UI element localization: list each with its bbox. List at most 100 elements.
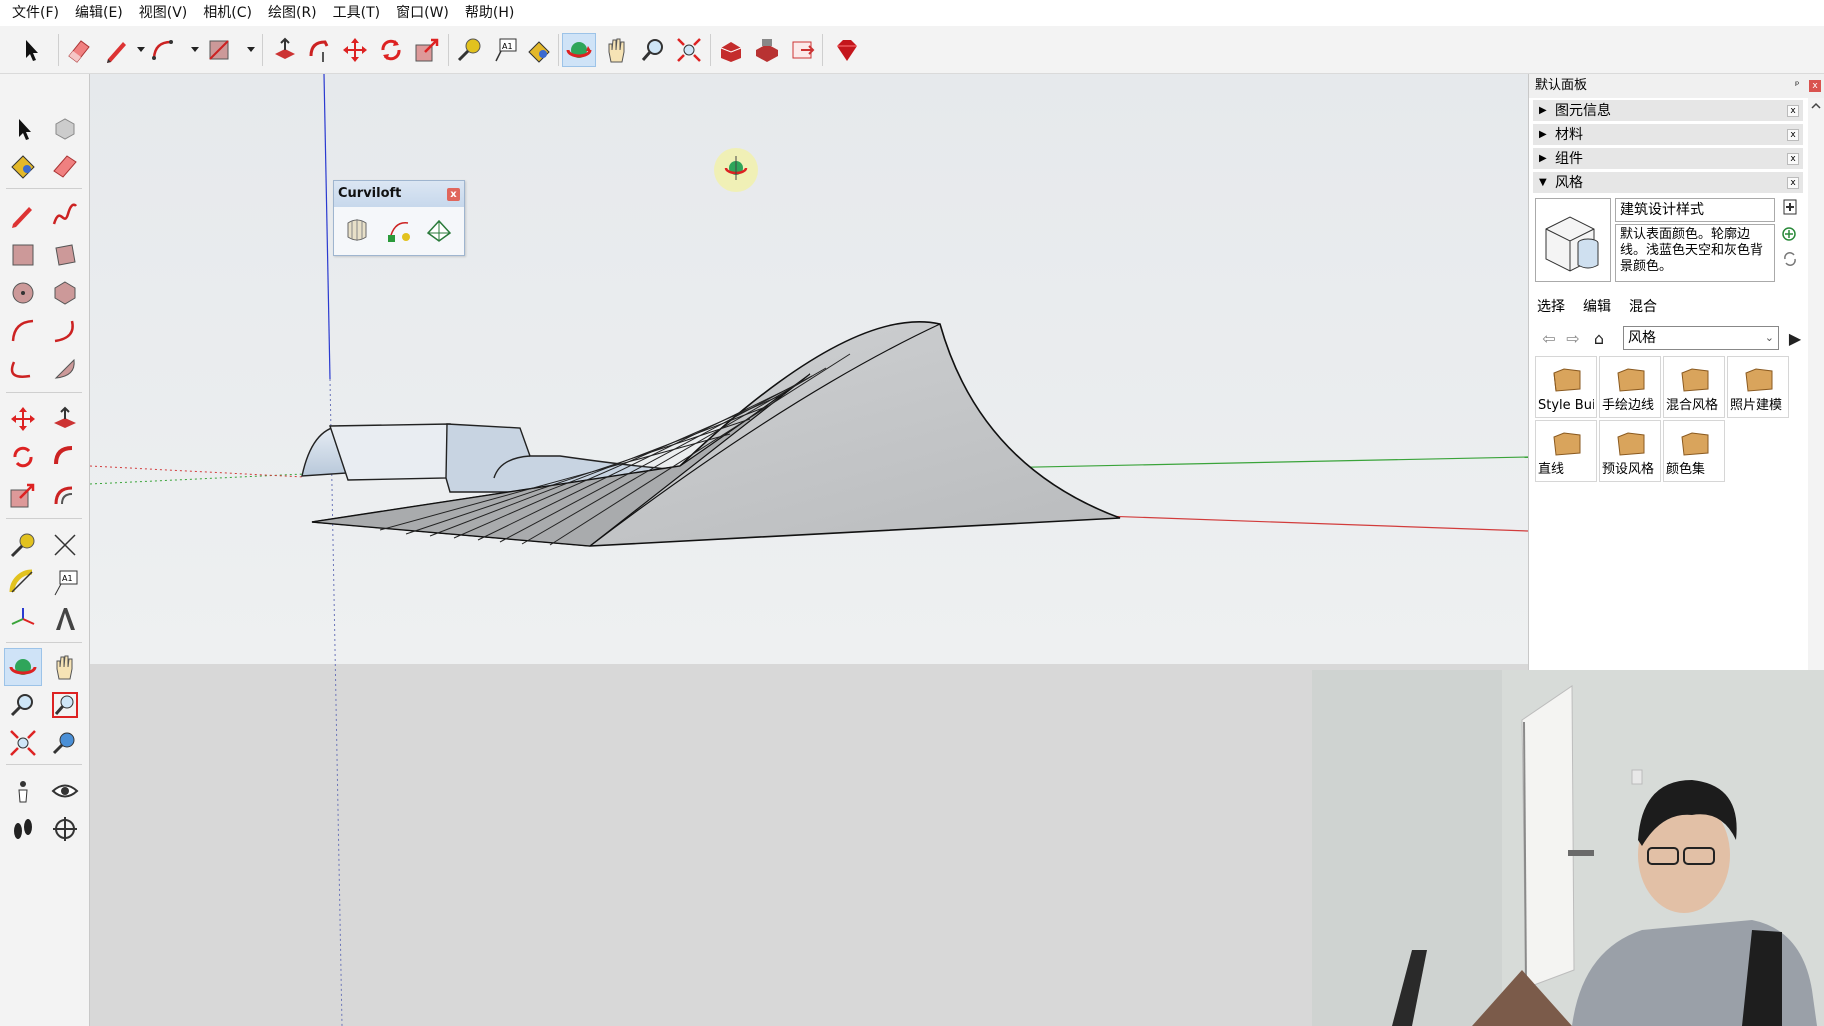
section-materials[interactable]: ▶ 材料 x	[1533, 124, 1803, 146]
add-style-icon[interactable]	[1781, 224, 1799, 242]
orbit-tool-button[interactable]	[562, 33, 596, 67]
zoom-window-tool-button[interactable]	[46, 686, 84, 724]
chevron-down-icon[interactable]	[190, 44, 200, 54]
walk-tool-button[interactable]	[4, 810, 42, 848]
rotate-tool-button[interactable]	[4, 438, 42, 476]
curviloft-titlebar[interactable]: Curviloft x	[334, 181, 464, 207]
menu-edit[interactable]: 编辑(E)	[67, 0, 131, 26]
two-point-arc-tool-button[interactable]	[46, 312, 84, 350]
followme-tool-button[interactable]	[46, 438, 84, 476]
paint-tool-button[interactable]	[522, 33, 556, 67]
offset-tool-button[interactable]	[46, 476, 84, 514]
loft-by-spline-icon[interactable]	[342, 215, 372, 245]
select-tool-button[interactable]	[4, 110, 42, 148]
style-folder[interactable]: 颜色集	[1663, 420, 1725, 482]
section-close-button[interactable]: x	[1787, 177, 1799, 189]
zoom-extents-tool-button[interactable]	[672, 33, 706, 67]
scale-tool-button[interactable]	[4, 476, 42, 514]
scale-tool-button[interactable]	[410, 33, 444, 67]
protractor-tool-button[interactable]	[4, 564, 42, 602]
style-folder[interactable]: Style Builder	[1535, 356, 1597, 418]
pan-tool-button[interactable]	[46, 648, 84, 686]
tab-edit[interactable]: 编辑	[1581, 296, 1613, 318]
followme-tool-button[interactable]	[302, 33, 336, 67]
tray-scrollbar[interactable]	[1808, 98, 1824, 670]
pushpull-tool-button[interactable]	[268, 33, 302, 67]
menu-tools[interactable]: 工具(T)	[325, 0, 388, 26]
axes-tool-button[interactable]	[4, 600, 42, 638]
style-folder[interactable]: 手绘边线	[1599, 356, 1661, 418]
look-around-tool-button[interactable]	[46, 772, 84, 810]
refresh-icon[interactable]	[1781, 250, 1799, 268]
rectangle-tool-button[interactable]	[4, 236, 42, 274]
section-close-button[interactable]: x	[1787, 129, 1799, 141]
section-plane-tool-button[interactable]	[46, 810, 84, 848]
menu-window[interactable]: 窗口(W)	[388, 0, 457, 26]
eraser-tool-button[interactable]	[62, 33, 96, 67]
section-styles[interactable]: ▼ 风格 x	[1533, 172, 1803, 194]
orbit-tool-button[interactable]	[4, 648, 42, 686]
pencil-tool-button[interactable]	[100, 33, 134, 67]
curviloft-toolbar[interactable]: Curviloft x	[333, 180, 465, 256]
menu-camera[interactable]: 相机(C)	[195, 0, 260, 26]
menu-file[interactable]: 文件(F)	[4, 0, 67, 26]
3d-text-tool-button[interactable]	[46, 600, 84, 638]
style-folder[interactable]: 照片建模	[1727, 356, 1789, 418]
section-close-button[interactable]: x	[1787, 153, 1799, 165]
zoom-extents-tool-button[interactable]	[4, 724, 42, 762]
ruby-console-button[interactable]	[830, 33, 864, 67]
section-close-button[interactable]: x	[1787, 105, 1799, 117]
menu-help[interactable]: 帮助(H)	[457, 0, 522, 26]
section-components[interactable]: ▶ 组件 x	[1533, 148, 1803, 170]
style-folder[interactable]: 混合风格	[1663, 356, 1725, 418]
create-style-icon[interactable]	[1781, 198, 1799, 216]
move-tool-button[interactable]	[4, 400, 42, 438]
tab-mix[interactable]: 混合	[1627, 296, 1659, 318]
extension-warehouse-button[interactable]	[750, 33, 784, 67]
curviloft-close-button[interactable]: x	[447, 188, 460, 201]
text-tool-button[interactable]: A1	[46, 564, 84, 602]
home-icon[interactable]: ⌂	[1589, 329, 1609, 349]
eraser-tool-button[interactable]	[46, 146, 84, 184]
loft-along-path-icon[interactable]	[384, 215, 414, 245]
line-tool-button[interactable]	[4, 196, 42, 234]
pie-tool-button[interactable]	[46, 350, 84, 388]
warehouse-button[interactable]	[714, 33, 748, 67]
rotated-rectangle-tool-button[interactable]	[46, 236, 84, 274]
paint-tool-button[interactable]	[4, 146, 42, 184]
previous-view-tool-button[interactable]	[46, 724, 84, 762]
zoom-tool-button[interactable]	[4, 686, 42, 724]
make-component-button[interactable]	[46, 110, 84, 148]
style-name-field[interactable]: 建筑设计样式	[1615, 198, 1775, 222]
circle-tool-button[interactable]	[4, 274, 42, 312]
menu-view[interactable]: 视图(V)	[131, 0, 196, 26]
tape-tool-button[interactable]	[452, 33, 486, 67]
polygon-tool-button[interactable]	[46, 274, 84, 312]
pushpull-tool-button[interactable]	[46, 400, 84, 438]
rotate-tool-button[interactable]	[374, 33, 408, 67]
style-collection-select[interactable]: 风格 ⌄	[1623, 326, 1779, 350]
pin-icon[interactable]: ᵖ	[1795, 80, 1805, 92]
text-tool-button[interactable]: A1	[488, 33, 522, 67]
menu-draw[interactable]: 绘图(R)	[260, 0, 325, 26]
send-to-layout-button[interactable]	[786, 33, 820, 67]
skin-contours-icon[interactable]	[424, 215, 454, 245]
tray-close-button[interactable]: x	[1809, 80, 1821, 92]
chevron-down-icon[interactable]	[136, 44, 146, 54]
select-tool-button[interactable]	[14, 33, 48, 67]
tape-tool-button[interactable]	[4, 526, 42, 564]
pan-tool-button[interactable]	[600, 33, 634, 67]
move-tool-button[interactable]	[338, 33, 372, 67]
style-folder[interactable]: 直线	[1535, 420, 1597, 482]
rectangle-tool-button[interactable]	[202, 33, 236, 67]
dimension-tool-button[interactable]	[46, 526, 84, 564]
arc-tool-button[interactable]	[146, 33, 180, 67]
back-arrow-icon[interactable]: ⇦	[1539, 329, 1559, 349]
three-point-arc-tool-button[interactable]	[4, 350, 42, 388]
details-arrow-icon[interactable]: ▶	[1785, 329, 1805, 349]
section-entity-info[interactable]: ▶ 图元信息 x	[1533, 100, 1803, 122]
chevron-down-icon[interactable]	[246, 44, 256, 54]
zoom-tool-button[interactable]	[636, 33, 670, 67]
freehand-tool-button[interactable]	[46, 196, 84, 234]
chevron-up-icon[interactable]	[1808, 98, 1824, 114]
